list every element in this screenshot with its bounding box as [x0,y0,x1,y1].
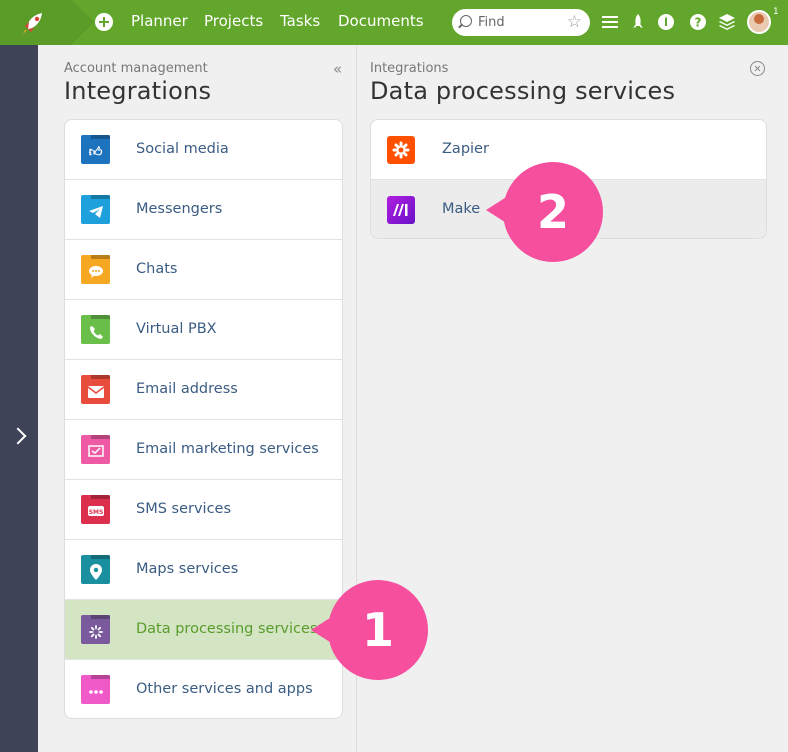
newsletter-icon [81,435,110,464]
list-item-label: Email marketing services [136,441,319,457]
svg-text:SMS: SMS [89,509,104,516]
search-input[interactable] [478,14,558,31]
list-item-label: SMS services [136,501,232,517]
callout-1: 1 [328,580,428,680]
nav-tasks[interactable]: Tasks [280,12,320,30]
envelope-icon [81,375,110,404]
make-icon [387,196,415,224]
integrations-list: 👍︎ Social media Messengers Chats Virtual… [64,119,343,719]
sms-icon: SMS [81,495,110,524]
add-button[interactable] [95,13,113,31]
page-title: Integrations [64,77,212,105]
integrations-panel: Account management Integrations « 👍︎ Soc… [38,45,357,752]
list-item-label: Maps services [136,561,239,577]
notification-badge: 1 [773,7,779,17]
chat-bubble-icon [81,255,110,284]
logo[interactable] [0,0,72,45]
list-item-label: Chats [136,261,178,277]
list-item-label: Data processing services [136,621,318,637]
list-item-virtual-pbx[interactable]: Virtual PBX [65,300,342,360]
ellipsis-icon [81,675,110,704]
list-item-label: Make [442,201,481,217]
list-item-label: Other services and apps [136,681,313,697]
star-icon[interactable]: ☆ [567,13,582,31]
zapier-icon [387,136,415,164]
svg-text:?: ? [695,16,702,30]
collapse-icon[interactable]: « [333,60,342,78]
top-bar: Planner Projects Tasks Documents ☆ ? 1 [0,0,788,45]
search-box[interactable]: ☆ [452,9,590,36]
list-item-social-media[interactable]: 👍︎ Social media [65,120,342,180]
list-item-email-address[interactable]: Email address [65,360,342,420]
layers-icon[interactable] [717,12,737,32]
page-title: Data processing services [370,77,676,105]
breadcrumb[interactable]: Integrations [370,61,448,76]
callout-2: 2 [503,162,603,262]
nav-planner[interactable]: Planner [131,12,188,30]
list-item-messengers[interactable]: Messengers [65,180,342,240]
list-item-label: Social media [136,141,229,157]
rocket-small-icon[interactable] [628,12,648,32]
list-item-label: Email address [136,381,238,397]
avatar[interactable] [747,10,771,34]
telegram-icon [81,195,110,224]
thumbs-up-icon: 👍︎ [81,135,110,164]
list-item-chats[interactable]: Chats [65,240,342,300]
chevron-right-icon[interactable] [9,427,27,445]
logo-arrow [72,0,94,44]
list-item-label: Zapier [442,141,489,157]
breadcrumb[interactable]: Account management [64,61,208,76]
list-item-email-marketing[interactable]: Email marketing services [65,420,342,480]
close-icon[interactable] [750,61,765,76]
menu-icon[interactable] [600,12,620,32]
list-item-other-services[interactable]: Other services and apps [65,660,342,718]
list-item-label: Messengers [136,201,223,217]
side-rail [0,45,38,752]
phone-icon [81,315,110,344]
list-item-data-processing[interactable]: Data processing services [65,600,342,660]
nav-projects[interactable]: Projects [204,12,263,30]
search-icon [460,15,472,27]
list-item-label: Virtual PBX [136,321,217,337]
list-item-sms-services[interactable]: SMS SMS services [65,480,342,540]
nav-documents[interactable]: Documents [338,12,424,30]
timer-icon[interactable] [656,12,676,32]
list-item-maps-services[interactable]: Maps services [65,540,342,600]
rocket-icon [23,13,42,34]
map-pin-icon [81,555,110,584]
spinner-icon [81,615,110,644]
help-icon[interactable]: ? [688,12,708,32]
